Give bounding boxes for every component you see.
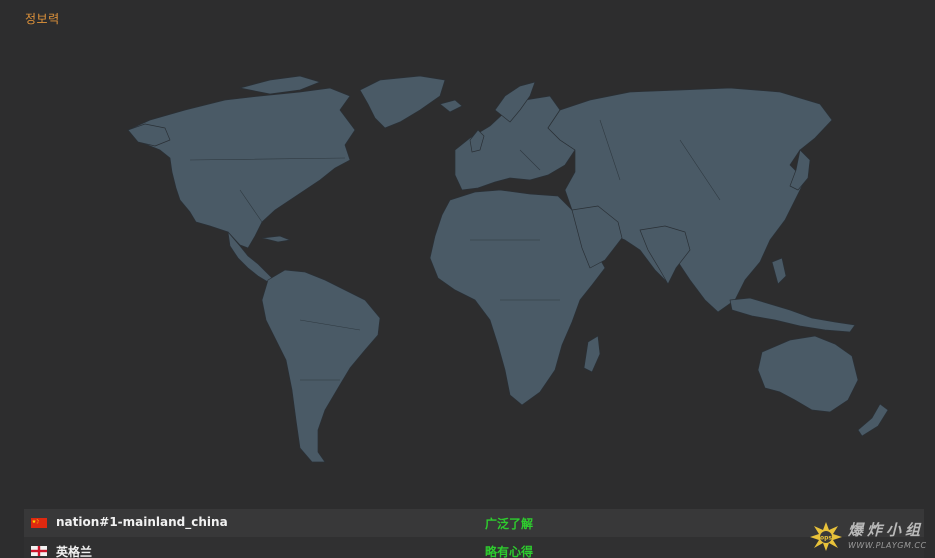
explosion-logo-icon: ops	[810, 522, 842, 551]
england-flag-icon	[31, 546, 47, 556]
world-map[interactable]	[0, 0, 935, 510]
north-america-landmass	[127, 87, 356, 249]
nation-row[interactable]: 英格兰 略有心得	[24, 537, 924, 558]
intel-screen: 정보력 nation#1-mainland_china 广泛了解 英格兰 略有心…	[0, 0, 935, 558]
philippines-landmass	[771, 257, 787, 285]
southeast-asia-islands	[729, 297, 856, 333]
madagascar-landmass	[583, 335, 601, 373]
intel-level: 广泛了解	[485, 517, 534, 531]
caribbean-islands	[261, 235, 291, 243]
greenland-landmass	[359, 75, 446, 129]
intel-level: 略有心得	[485, 545, 534, 558]
nation-row[interactable]: nation#1-mainland_china 广泛了解	[24, 509, 924, 537]
watermark-text: 爆炸小组	[848, 521, 925, 539]
nation-name: 英格兰	[56, 545, 93, 558]
site-watermark: ops 爆炸小组 WWW.PLAYGM.CC	[808, 516, 932, 556]
iceland-landmass	[439, 99, 463, 113]
svg-text:ops: ops	[820, 535, 832, 542]
world-map-svg	[127, 75, 889, 463]
australia-landmass	[757, 335, 859, 413]
south-america-landmass	[261, 269, 381, 463]
nation-name: nation#1-mainland_china	[56, 515, 228, 529]
watermark-url: WWW.PLAYGM.CC	[848, 541, 927, 550]
nation-list: nation#1-mainland_china 广泛了解 英格兰 略有心得	[24, 509, 924, 558]
china-flag-icon	[31, 518, 47, 528]
new-zealand-landmass	[857, 403, 889, 437]
